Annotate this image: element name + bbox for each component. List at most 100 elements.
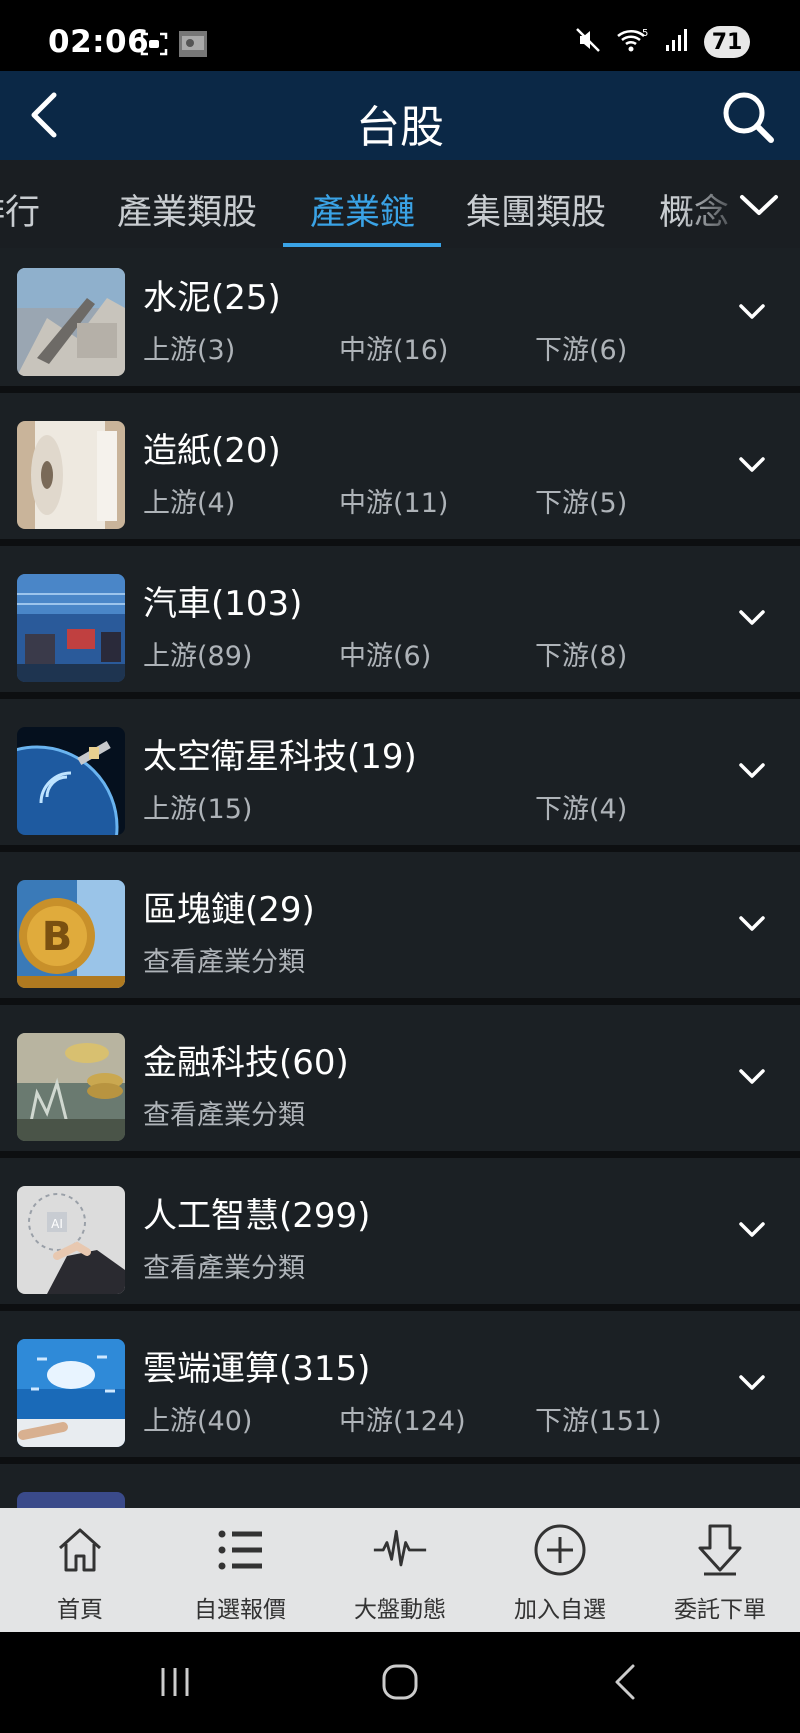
industry-title: 造紙(20) — [143, 431, 281, 471]
midstream-link[interactable]: 中游(16) — [339, 328, 448, 367]
downstream-link[interactable]: 下游(5) — [535, 481, 627, 520]
nav-label: 委託下單 — [674, 1597, 766, 1623]
home-circle-icon — [382, 1664, 418, 1700]
chevron-down-icon — [739, 916, 765, 931]
pulse-icon — [372, 1522, 428, 1578]
coins-finance-image — [17, 1033, 125, 1141]
list-item-paper[interactable]: 造紙(20) 上游(4) 中游(11) 下游(5) — [0, 393, 800, 539]
upstream-link[interactable]: 上游(4) — [143, 481, 235, 520]
chevron-down-icon — [739, 1222, 765, 1237]
downstream-link[interactable]: 下游(4) — [535, 787, 627, 826]
paper-roll-image — [17, 421, 125, 529]
bitcoin-image: B — [17, 880, 125, 988]
search-button[interactable] — [716, 85, 780, 149]
recents-button[interactable] — [145, 1656, 205, 1708]
view-industry-category-link[interactable]: 查看產業分類 — [143, 940, 305, 979]
expand-button[interactable] — [732, 445, 772, 485]
home-icon — [52, 1522, 108, 1578]
svg-text:AI: AI — [51, 1217, 63, 1231]
nav-home[interactable]: 首頁 — [0, 1508, 160, 1632]
chevron-down-icon — [740, 195, 778, 215]
chevron-down-icon — [739, 1069, 765, 1084]
upstream-link[interactable]: 上游(40) — [143, 1399, 252, 1438]
expand-button[interactable] — [732, 1210, 772, 1250]
chevron-down-icon — [739, 610, 765, 625]
tab-bar: 排行 產業類股 產業鏈 集團類股 概念 — [0, 160, 800, 248]
add-circle-icon — [532, 1522, 588, 1578]
mute-icon — [574, 26, 602, 58]
upstream-link[interactable]: 上游(3) — [143, 328, 235, 367]
midstream-link[interactable]: 中游(6) — [339, 634, 431, 673]
nav-place-order[interactable]: 委託下單 — [640, 1508, 800, 1632]
expand-button[interactable] — [732, 751, 772, 791]
downstream-link[interactable]: 下游(6) — [535, 328, 627, 367]
order-down-icon — [692, 1522, 748, 1578]
car-factory-image — [17, 574, 125, 682]
nav-watchlist[interactable]: 自選報價 — [160, 1508, 320, 1632]
back-icon — [615, 1664, 635, 1700]
system-home-button[interactable] — [370, 1656, 430, 1708]
industry-title: 金融科技(60) — [143, 1043, 349, 1083]
upstream-link[interactable]: 上游(15) — [143, 787, 252, 826]
system-back-button[interactable] — [595, 1656, 655, 1708]
industry-title: 汽車(103) — [143, 584, 303, 624]
tab-group-stocks[interactable]: 集團類股 — [466, 184, 606, 235]
view-industry-category-link[interactable]: 查看產業分類 — [143, 1093, 305, 1132]
gallery-thumbnail-icon — [178, 30, 208, 62]
nav-label: 大盤動態 — [354, 1597, 446, 1623]
tab-industry-sectors[interactable]: 產業類股 — [117, 184, 257, 235]
expand-button[interactable] — [732, 904, 772, 944]
svg-text:5: 5 — [642, 28, 648, 39]
svg-text:B: B — [42, 914, 73, 960]
nav-label: 自選報價 — [194, 1597, 286, 1623]
active-tab-indicator — [283, 243, 441, 247]
expand-button[interactable] — [732, 1057, 772, 1097]
wifi-icon: 5 — [616, 26, 650, 58]
cloud-computing-image — [17, 1339, 125, 1447]
tabs-expand-button[interactable] — [734, 180, 784, 230]
industry-title: 雲端運算(315) — [143, 1349, 371, 1389]
industry-title: 人工智慧(299) — [143, 1196, 371, 1236]
status-time: 02:06 — [48, 24, 150, 60]
view-industry-category-link[interactable]: 查看產業分類 — [143, 1246, 305, 1285]
nav-label: 首頁 — [57, 1597, 103, 1623]
list-item-blockchain[interactable]: B 區塊鏈(29) 查看產業分類 — [0, 852, 800, 998]
screenshot-icon — [140, 31, 168, 61]
list-item-partial[interactable] — [0, 1464, 800, 1508]
page-title: 台股 — [356, 102, 444, 153]
list-item-automobile[interactable]: 汽車(103) 上游(89) 中游(6) 下游(8) — [0, 546, 800, 692]
nav-market-trend[interactable]: 大盤動態 — [320, 1508, 480, 1632]
expand-button[interactable] — [732, 292, 772, 332]
industry-title: 太空衛星科技(19) — [143, 737, 417, 777]
chevron-down-icon — [739, 304, 765, 319]
list-item-cloud-computing[interactable]: 雲端運算(315) 上游(40) 中游(124) 下游(151) — [0, 1311, 800, 1457]
search-icon — [723, 92, 774, 143]
cement-plant-image — [17, 268, 125, 376]
tab-ranking[interactable]: 排行 — [0, 184, 40, 235]
list-item-fintech[interactable]: 金融科技(60) 查看產業分類 — [0, 1005, 800, 1151]
list-item-space-satellite[interactable]: 太空衛星科技(19) 上游(15) 下游(4) — [0, 699, 800, 845]
ai-hand-image: AI — [17, 1186, 125, 1294]
tab-industry-chain[interactable]: 產業鏈 — [310, 184, 415, 235]
expand-button[interactable] — [732, 1363, 772, 1403]
list-item-cement[interactable]: 水泥(25) 上游(3) 中游(16) 下游(6) — [0, 248, 800, 386]
satellite-earth-image — [17, 727, 125, 835]
chevron-down-icon — [739, 1375, 765, 1390]
expand-button[interactable] — [732, 598, 772, 638]
bottom-nav: 首頁 自選報價 大盤動態 加入自選 委託下單 — [0, 1508, 800, 1632]
downstream-link[interactable]: 下游(8) — [535, 634, 627, 673]
midstream-link[interactable]: 中游(124) — [339, 1399, 466, 1438]
downstream-link[interactable]: 下游(151) — [535, 1399, 662, 1438]
recents-icon — [161, 1668, 189, 1696]
list-icon — [212, 1522, 268, 1578]
midstream-link[interactable]: 中游(11) — [339, 481, 448, 520]
signal-icon — [664, 27, 690, 57]
upstream-link[interactable]: 上游(89) — [143, 634, 252, 673]
industry-title: 區塊鏈(29) — [143, 890, 315, 930]
industry-title: 水泥(25) — [143, 278, 281, 318]
chevron-down-icon — [739, 763, 765, 778]
nav-add-watchlist[interactable]: 加入自選 — [480, 1508, 640, 1632]
list-item-artificial-intelligence[interactable]: AI 人工智慧(299) 查看產業分類 — [0, 1158, 800, 1304]
app-header: 台股 — [0, 71, 800, 160]
chevron-down-icon — [739, 457, 765, 472]
